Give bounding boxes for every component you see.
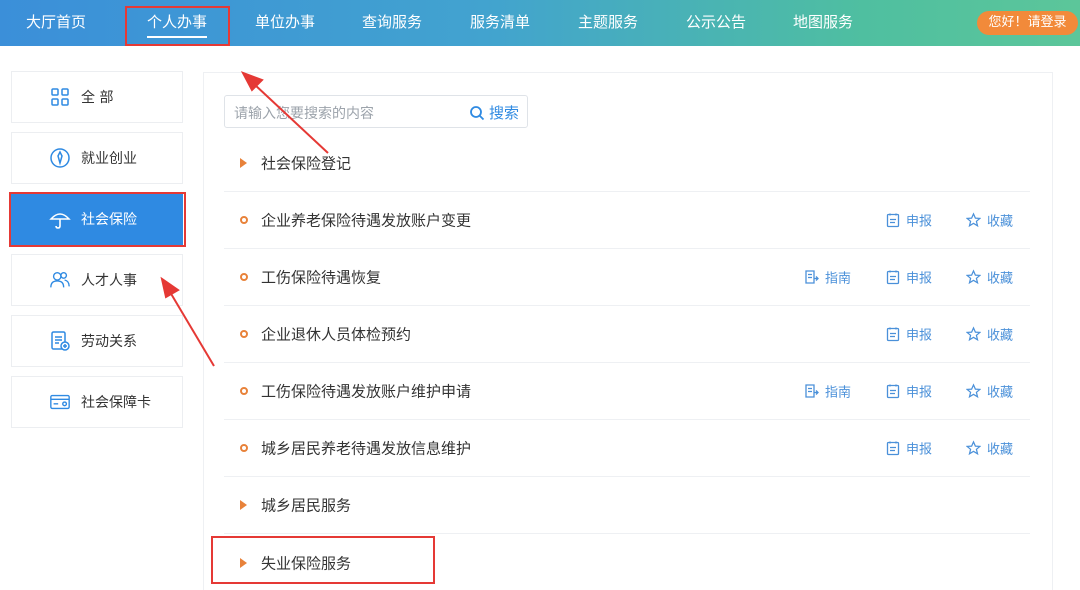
- annotation-arrow: [240, 71, 329, 154]
- annotation-arrow: [160, 276, 215, 367]
- annotation-arrows: [160, 71, 329, 367]
